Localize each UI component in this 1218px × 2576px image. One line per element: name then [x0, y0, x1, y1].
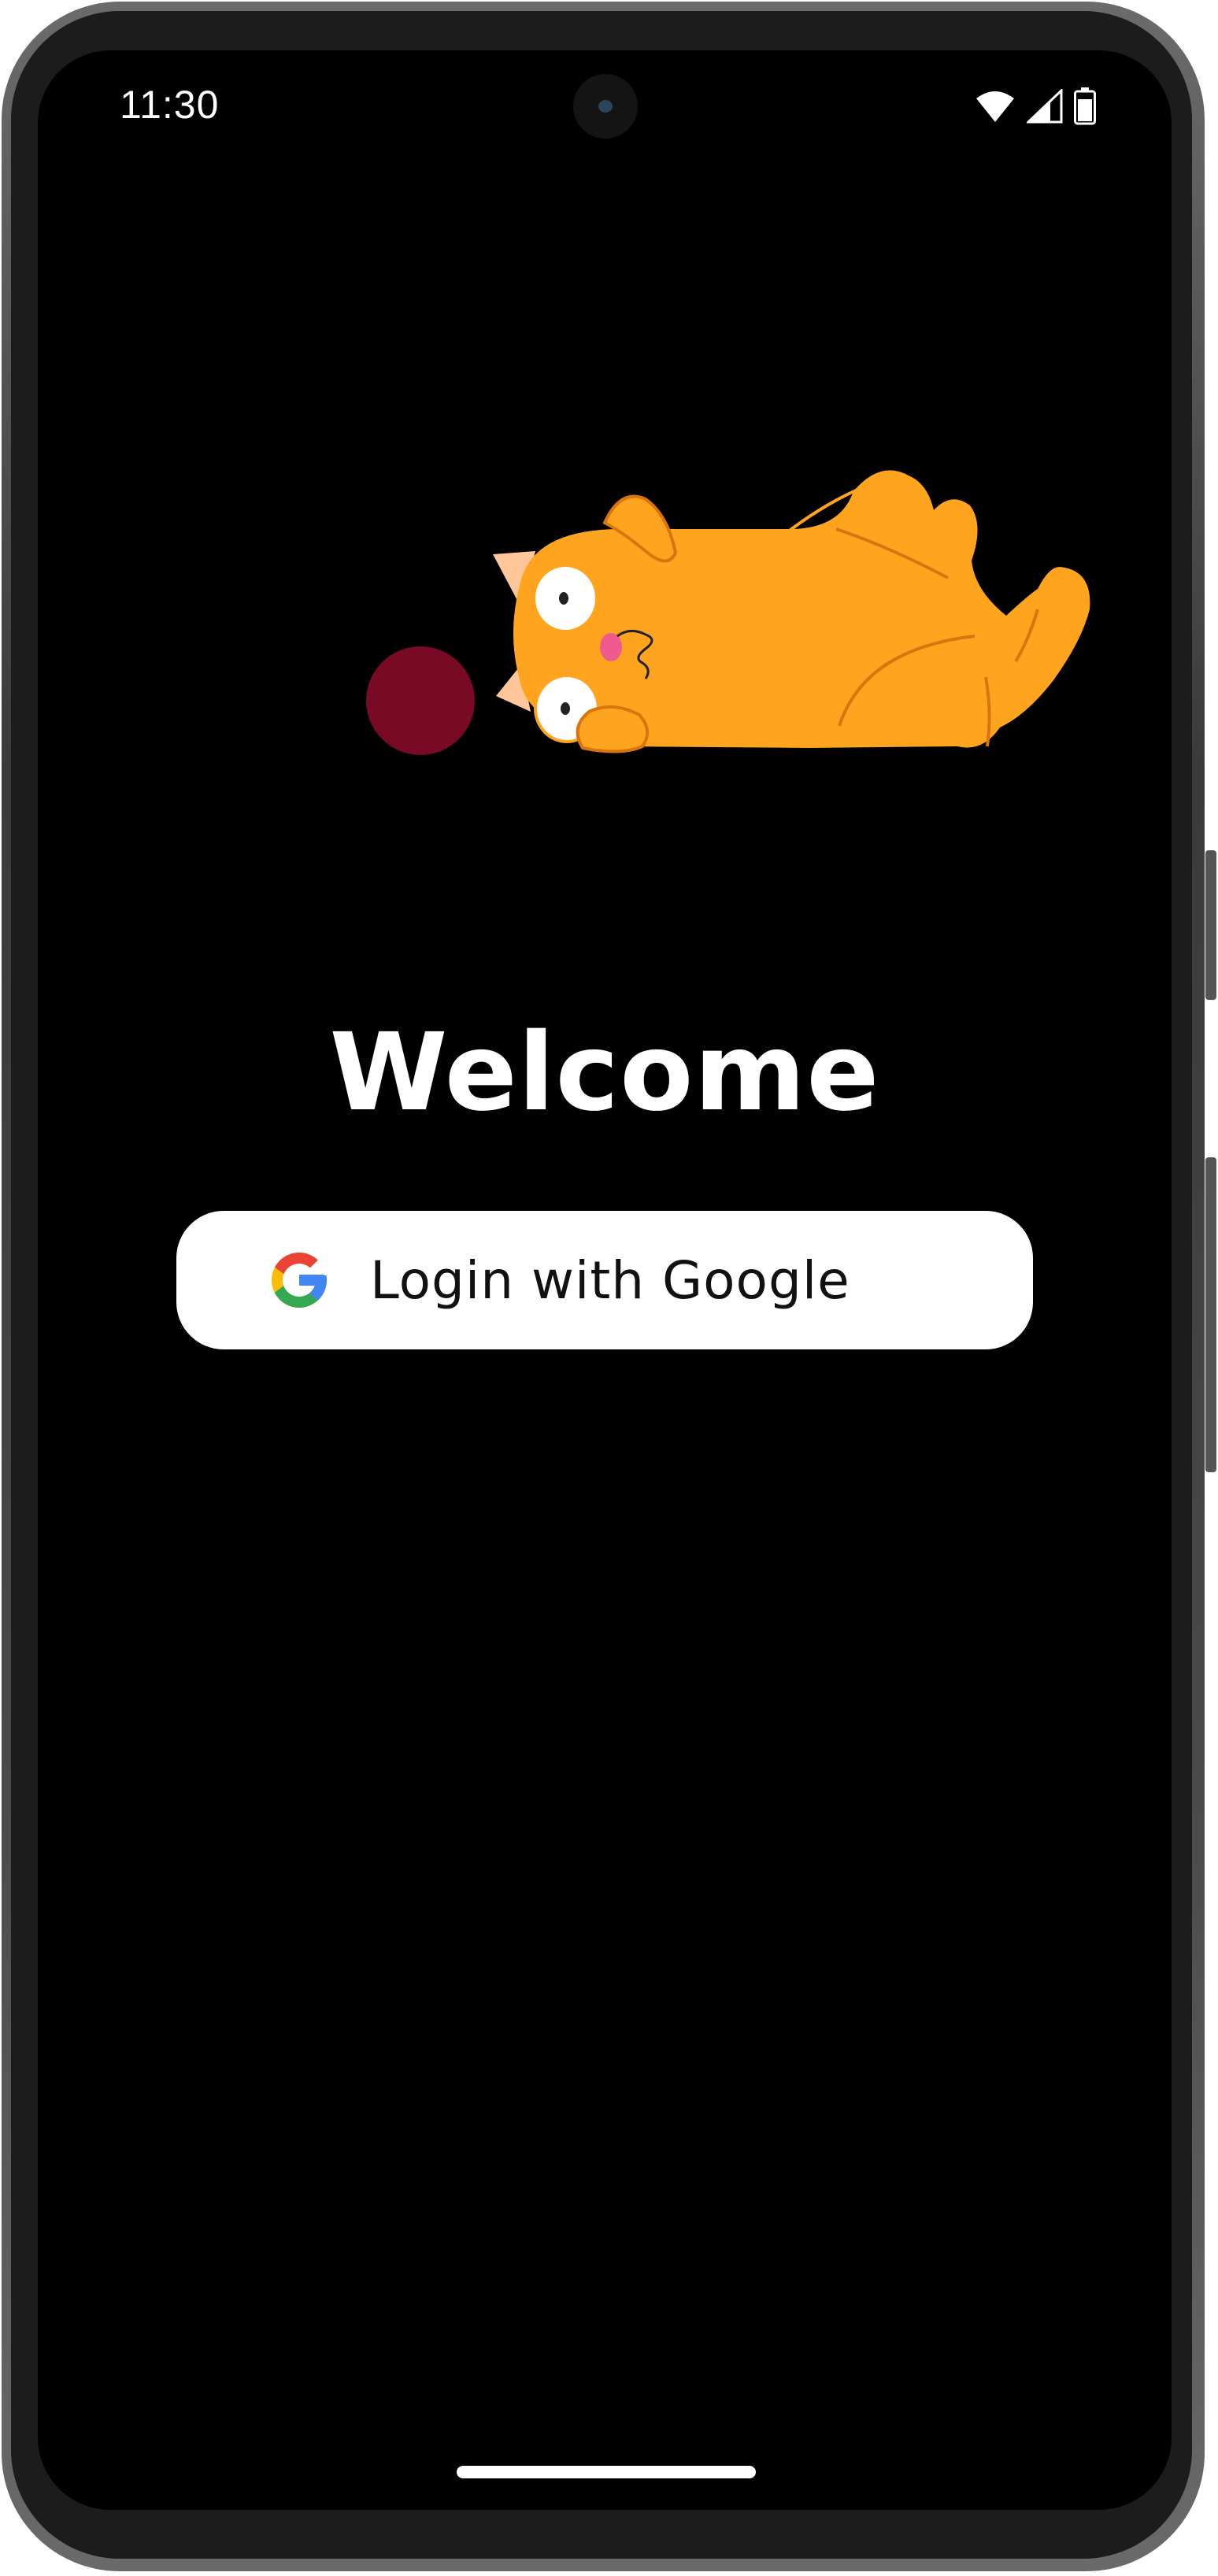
- login-button-label: Login with Google: [370, 1249, 850, 1311]
- cat-paw: [576, 705, 649, 753]
- front-camera: [573, 74, 638, 139]
- app-screen: 11:30 Welcome Login with Google: [38, 50, 1172, 2510]
- battery-icon: [1074, 87, 1096, 125]
- cat-eye: [532, 564, 598, 633]
- login-with-google-button[interactable]: Login with Google: [176, 1211, 1033, 1349]
- cat-illustration: [366, 470, 1090, 755]
- camera-lens: [598, 100, 613, 113]
- google-logo-icon: [272, 1253, 327, 1308]
- phone-device: 11:30 Welcome Login with Google: [0, 0, 1218, 2576]
- volume-button: [1205, 850, 1216, 1000]
- status-icons: [975, 87, 1096, 126]
- cellular-signal-icon: [1027, 89, 1063, 124]
- power-button: [1205, 1157, 1216, 1472]
- yarn-ball: [366, 646, 475, 755]
- wifi-icon: [976, 91, 1014, 122]
- status-time: 11:30: [120, 83, 220, 127]
- home-indicator[interactable]: [457, 2466, 756, 2478]
- cat-tongue: [600, 633, 622, 661]
- status-bar: 11:30: [38, 50, 1172, 168]
- welcome-title: Welcome: [329, 1011, 880, 1135]
